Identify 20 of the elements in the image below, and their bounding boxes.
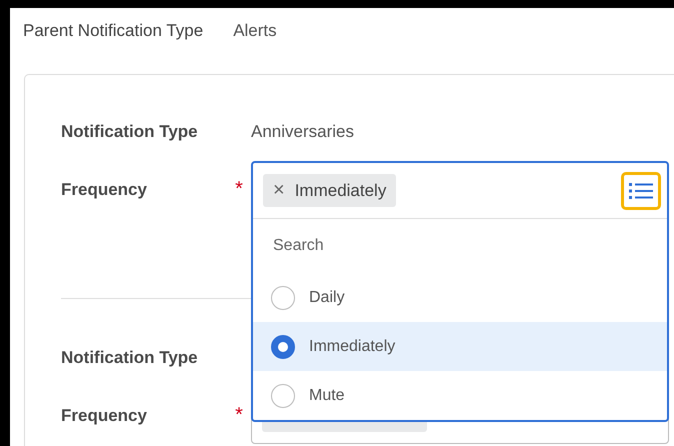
field-label: Notification Type bbox=[61, 122, 199, 142]
list-icon bbox=[629, 182, 653, 200]
required-marker: * bbox=[234, 177, 244, 202]
list-button[interactable] bbox=[621, 172, 661, 210]
option-item[interactable]: Daily bbox=[253, 273, 667, 322]
multiselect-dropdown[interactable]: × Immediately Search Daily Immediately Mute bbox=[251, 161, 669, 422]
field-value: Anniversaries bbox=[251, 122, 355, 142]
field-value: Alerts bbox=[233, 21, 277, 42]
field-label: Frequency bbox=[61, 405, 148, 427]
chip-label: Immediately bbox=[294, 180, 386, 200]
field-label: Notification Type bbox=[61, 348, 199, 368]
option-item[interactable]: Mute bbox=[253, 371, 667, 420]
option-item[interactable]: Immediately bbox=[253, 322, 667, 371]
required-marker: * bbox=[234, 403, 244, 428]
remove-button[interactable]: × bbox=[273, 179, 285, 202]
radio-button[interactable] bbox=[271, 384, 295, 408]
field-label: Parent Notification Type bbox=[23, 21, 204, 42]
radio-button[interactable] bbox=[271, 286, 295, 310]
radio-button[interactable] bbox=[271, 334, 295, 358]
field-label: Frequency bbox=[61, 179, 148, 201]
